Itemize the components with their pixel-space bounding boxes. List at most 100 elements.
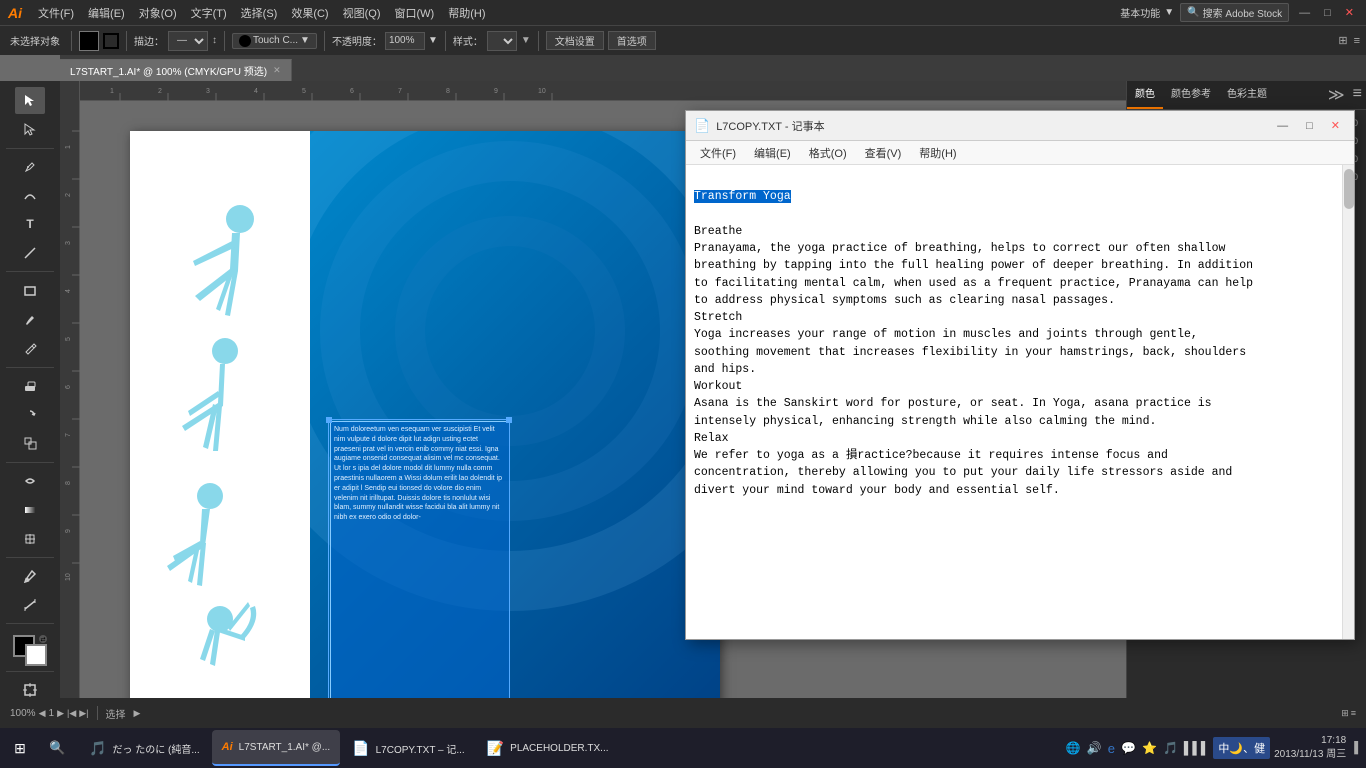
menu-file[interactable]: 文件(F) [32,3,80,23]
menu-object[interactable]: 对象(O) [133,3,183,23]
eraser-tool[interactable] [15,373,45,400]
scale-tool[interactable] [15,430,45,457]
text-box-content: Num doloreetum ven esequam ver suscipist… [334,426,502,521]
rect-tool[interactable] [15,277,45,304]
taskbar-placeholder-btn[interactable]: 📝 PLACEHOLDER.TX... [477,730,619,766]
ime-indicator[interactable]: 中🌙、健 [1213,737,1270,759]
notepad-menu-file[interactable]: 文件(F) [692,143,744,163]
gradient-tool[interactable] [15,497,45,524]
taskbar-notepad-btn[interactable]: 📄 L7COPY.TXT – 记... [342,730,475,766]
taskbar-ai-btn[interactable]: Ai L7START_1.AI* @... [212,730,340,766]
tab-bar: L7START_1.AI* @ 100% (CMYK/GPU 预选) ✕ [60,55,1366,81]
svg-text:1: 1 [65,145,72,149]
toolbar-right: ⊞ ≡ [1338,34,1360,47]
start-button[interactable]: ⊞ [0,728,40,768]
start-icon: ⊞ [14,740,26,757]
zoom-nav-left[interactable]: ◀ [39,708,46,719]
search-stock[interactable]: 🔍 搜索 Adobe Stock [1180,3,1289,22]
zoom-nav-first[interactable]: |◀ [67,708,76,719]
tab-close-button[interactable]: ✕ [273,65,281,76]
menu-edit[interactable]: 编辑(E) [82,3,131,23]
menu-view[interactable]: 视图(Q) [337,3,387,23]
stroke-label: 描边： [134,33,164,48]
menu-select[interactable]: 选择(S) [235,3,284,23]
basic-function[interactable]: 基本功能 ▼ [1120,5,1174,20]
grid-view-icons[interactable]: ⊞ ≡ [1341,708,1356,719]
sound-icon[interactable]: 🔊 [1087,741,1102,755]
notepad-menu-edit[interactable]: 编辑(E) [746,143,799,163]
pencil-tool[interactable] [15,335,45,362]
line-tool[interactable] [15,240,45,267]
eyedropper-tool[interactable] [15,563,45,590]
preferences-button[interactable]: 首选项 [608,31,656,50]
notepad-text-area[interactable]: Transform Yoga Breathe Pranayama, the yo… [686,165,1342,639]
menu-window[interactable]: 窗口(W) [389,3,441,23]
menu-help[interactable]: 帮助(H) [442,3,491,23]
vertical-ruler: 1 2 3 4 5 6 7 8 9 10 [60,81,80,738]
panel-tab-color-ref[interactable]: 颜色参考 [1163,81,1219,109]
taskbar-search-button[interactable]: 🔍 [40,728,75,768]
edge-icon[interactable]: e [1108,741,1115,756]
chat-icon[interactable]: 💬 [1121,741,1136,755]
select-tool[interactable] [15,87,45,114]
curvature-tool[interactable] [15,182,45,209]
touch-dropdown-icon[interactable]: ▼ [300,35,310,46]
type-tool[interactable]: T [15,211,45,238]
taskbar-right: 🌐 🔊 e 💬 ⭐ 🎵 ▌▌▌ 中🌙、健 17:18 2013/11/13 周三… [1058,734,1366,762]
zoom-nav-right[interactable]: ▶ [57,708,64,719]
panel-tab-color-theme[interactable]: 色彩主题 [1219,81,1275,109]
mesh-tool[interactable] [15,525,45,552]
stroke-select[interactable]: — [168,31,208,51]
active-document-tab[interactable]: L7START_1.AI* @ 100% (CMYK/GPU 预选) ✕ [60,59,292,81]
placeholder-icon: 📝 [487,740,504,757]
notepad-menu-help[interactable]: 帮助(H) [911,143,964,163]
tool-separator-6 [6,623,54,624]
opacity-arrow[interactable]: ▼ [428,35,438,46]
notepad-close-button[interactable]: ✕ [1325,119,1346,132]
swap-colors-icon[interactable]: ⇄ [39,635,47,643]
rotate-tool[interactable] [15,401,45,428]
notepad-restore-button[interactable]: □ [1300,120,1319,132]
notepad-menu-view[interactable]: 查看(V) [857,143,910,163]
stroke-indicator[interactable] [103,33,119,49]
zoom-nav-last[interactable]: ▶| [79,708,88,719]
panel-expand-icon[interactable]: ≫ [1324,81,1349,109]
warp-tool[interactable] [15,468,45,495]
notepad-minimize-button[interactable]: — [1271,120,1294,132]
music2-icon[interactable]: 🎵 [1163,741,1178,755]
fill-color-swatch[interactable] [79,31,99,51]
background-color[interactable] [25,644,47,666]
minimize-button[interactable]: — [1295,7,1314,19]
menu-text[interactable]: 文字(T) [185,3,233,23]
more-icon[interactable]: ≡ [1354,35,1360,47]
style-select[interactable] [487,31,517,51]
style-arrow[interactable]: ▼ [521,35,531,46]
touch-control[interactable]: Touch C... ▼ [232,33,317,49]
doc-settings-button[interactable]: 文档设置 [546,31,604,50]
panel-tab-color[interactable]: 颜色 [1127,81,1163,109]
svg-text:6: 6 [350,88,354,95]
status-right: ⊞ ≡ [1341,708,1356,719]
measure-tool[interactable] [15,592,45,619]
arrange-icon[interactable]: ⊞ [1338,34,1347,47]
notepad-menu-format[interactable]: 格式(O) [801,143,855,163]
weather-icon[interactable]: ⭐ [1142,741,1157,755]
taskbar-clock[interactable]: 17:18 2013/11/13 周三 [1274,734,1346,762]
tool-separator-4 [6,462,54,463]
network-icon[interactable]: 🌐 [1066,741,1081,755]
menu-effect[interactable]: 效果(C) [285,3,334,23]
paintbrush-tool[interactable] [15,306,45,333]
pen-tool[interactable] [15,153,45,180]
stroke-arrows[interactable]: ↕ [212,35,217,46]
show-desktop-button[interactable]: ▐ [1350,742,1358,754]
scrollbar-thumb[interactable] [1344,169,1354,209]
close-button[interactable]: ✕ [1341,6,1358,19]
restore-button[interactable]: □ [1320,7,1335,19]
notepad-scrollbar[interactable] [1342,165,1354,639]
taskbar-music-btn[interactable]: 🎵 だっ たのに (純音... [79,730,210,766]
panel-menu-icon[interactable]: ≡ [1349,81,1366,109]
direct-select-tool[interactable] [15,116,45,143]
opacity-input[interactable] [385,32,425,50]
toolbar-separator-5 [445,31,446,51]
text-overlay-box[interactable]: Num doloreetum ven esequam ver suscipist… [330,421,510,738]
